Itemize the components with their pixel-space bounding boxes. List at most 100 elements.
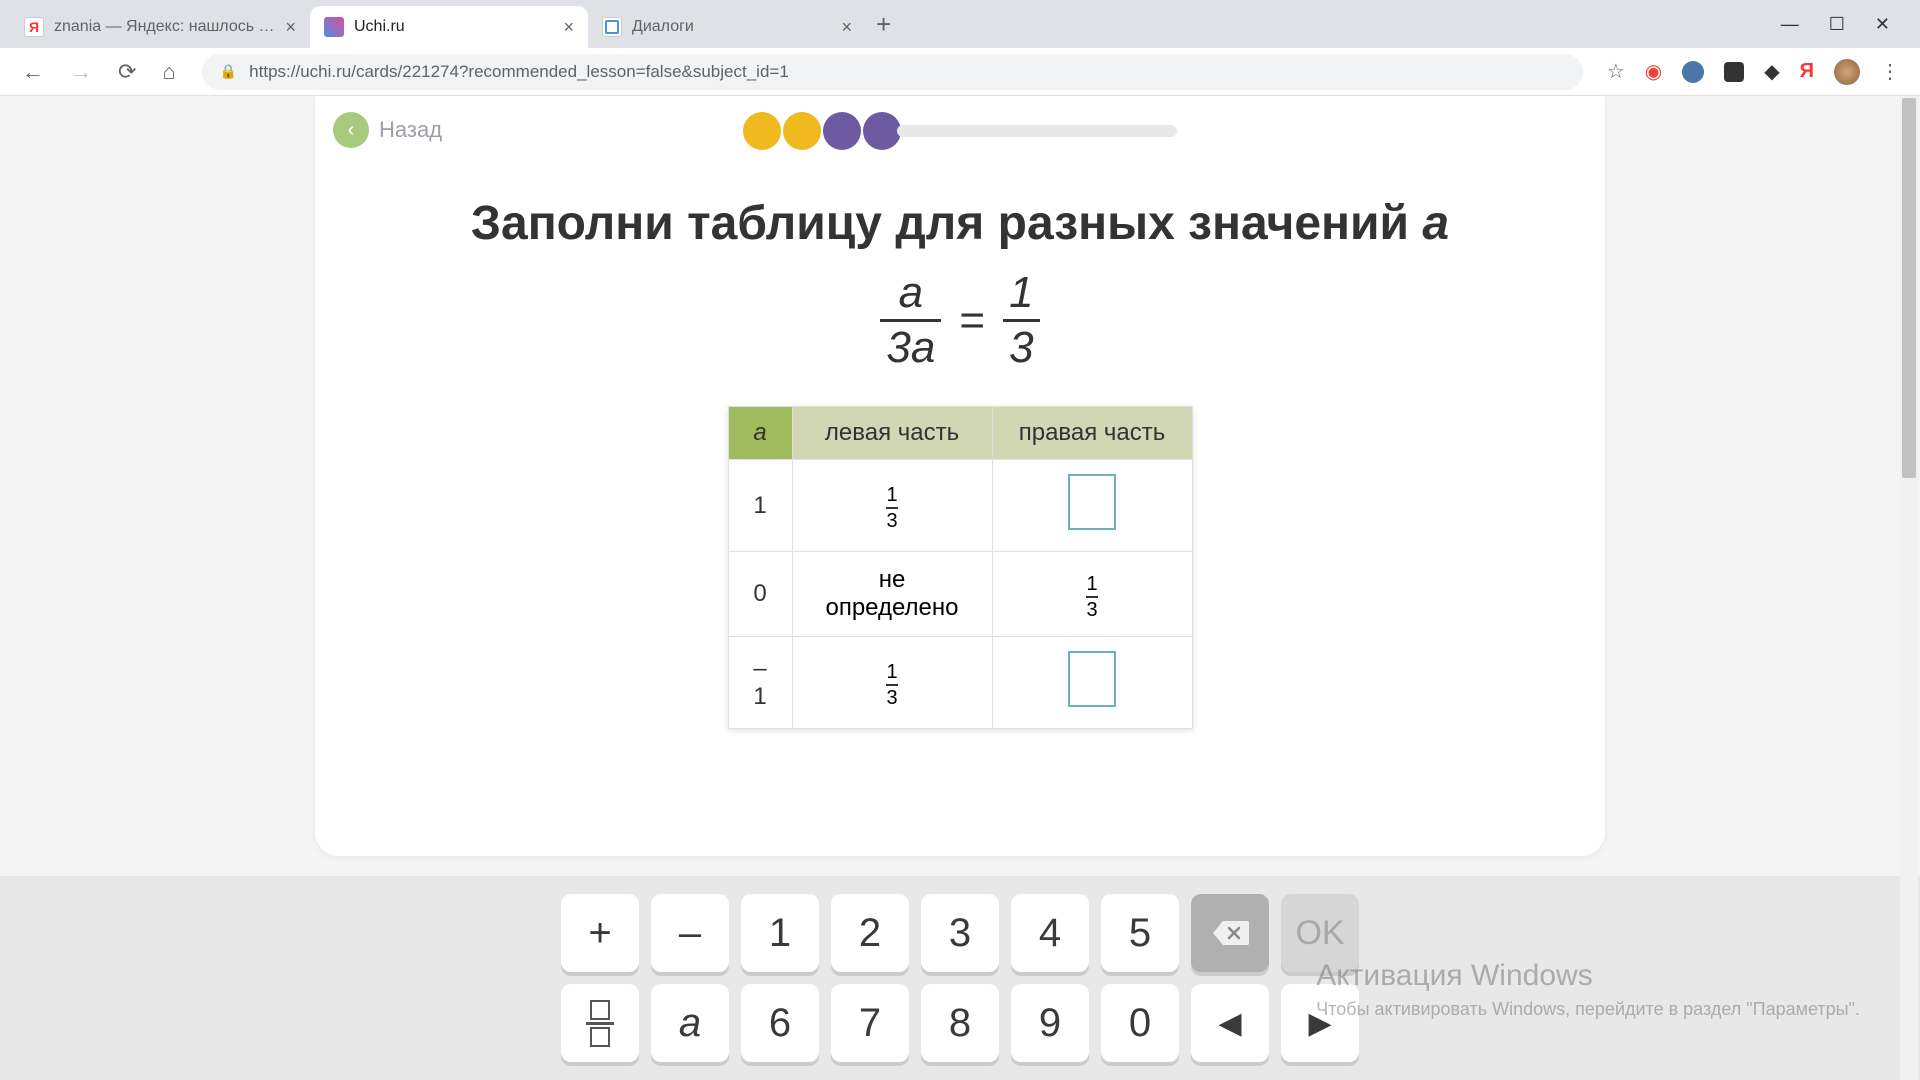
back-label: Назад [379,117,442,143]
tab-bar: Я znania — Яндекс: нашлось 954 × Uchi.ru… [0,0,1920,48]
fraction-key-icon [586,1000,614,1047]
cell-left: не определено [792,552,992,637]
key-minus[interactable]: – [651,894,729,972]
fraction-denominator: 3a [880,319,941,370]
question-title: Заполни таблицу для разных значений a [315,196,1605,251]
url-text: https://uchi.ru/cards/221274?recommended… [249,62,789,82]
drop-icon[interactable]: ◆ [1764,59,1779,84]
cell-a: 1 [728,460,792,552]
table-row: –1 1 3 [728,637,1192,729]
key-plus[interactable]: + [561,894,639,972]
key-a[interactable]: a [651,984,729,1062]
star-icon[interactable]: ☆ [1607,59,1625,84]
fraction-denominator: 3 [1003,319,1039,370]
progress-dot-icon [823,112,861,150]
back-icon[interactable]: ← [22,59,44,85]
page-inner: ‹ Назад Заполни таблицу для разных значе… [0,96,1920,1080]
dialogs-favicon-icon [602,17,622,37]
tab-title: Диалоги [632,18,831,36]
fraction-right: 1 3 [1003,271,1039,370]
key-fraction[interactable] [561,984,639,1062]
chevron-left-icon: ‹ [333,112,369,148]
values-table: a левая часть правая часть 1 1 3 0 [728,406,1193,729]
grid-icon[interactable] [1724,62,1744,82]
close-icon[interactable]: × [841,17,852,38]
address-bar: ← → ⟳ ⌂ 🔒 https://uchi.ru/cards/221274?r… [0,48,1920,96]
progress-dot-icon [863,112,901,150]
cell-right-input[interactable] [992,637,1192,729]
cell-left: 1 3 [792,637,992,729]
backspace-icon [1211,919,1249,947]
home-icon[interactable]: ⌂ [162,59,175,85]
close-icon[interactable]: × [563,17,574,38]
progress-track [897,125,1177,137]
uchi-favicon-icon [324,17,344,37]
watermark-subtitle: Чтобы активировать Windows, перейдите в … [1316,999,1860,1020]
windows-activation-watermark: Активация Windows Чтобы активировать Win… [1316,959,1860,1020]
equals-sign: = [959,296,985,346]
key-5[interactable]: 5 [1101,894,1179,972]
key-2[interactable]: 2 [831,894,909,972]
key-1[interactable]: 1 [741,894,819,972]
key-0[interactable]: 0 [1101,984,1179,1062]
answer-input[interactable] [1068,474,1116,530]
reload-icon[interactable]: ⟳ [118,59,136,85]
avatar-icon[interactable] [1834,59,1860,85]
key-left[interactable]: ◀ [1191,984,1269,1062]
tab-title: znania — Яндекс: нашлось 954 [54,18,275,36]
forward-icon[interactable]: → [70,59,92,85]
key-7[interactable]: 7 [831,984,909,1062]
equation: a 3a = 1 3 [315,271,1605,370]
window-controls: — ☐ ✕ [1781,14,1910,35]
maximize-icon[interactable]: ☐ [1829,14,1845,35]
table-header-right: правая часть [992,407,1192,460]
exercise-card: ‹ Назад Заполни таблицу для разных значе… [315,96,1605,856]
cell-right-input[interactable] [992,460,1192,552]
extension-icons: ☆ ◉ ◆ Я ⋮ [1597,59,1910,85]
scrollbar-thumb[interactable] [1902,98,1916,478]
back-button[interactable]: ‹ Назад [333,112,442,148]
key-3[interactable]: 3 [921,894,999,972]
tab-yandex[interactable]: Я znania — Яндекс: нашлось 954 × [10,6,310,48]
fraction-icon: 1 3 [886,662,897,708]
table-row: 0 не определено 1 3 [728,552,1192,637]
cell-a: 0 [728,552,792,637]
key-6[interactable]: 6 [741,984,819,1062]
progress-dots [743,112,901,150]
table-header-row: a левая часть правая часть [728,407,1192,460]
answer-input[interactable] [1068,651,1116,707]
yandex-icon[interactable]: Я [1800,60,1814,83]
progress-dot-icon [743,112,781,150]
fraction-left: a 3a [880,271,941,370]
nav-icons: ← → ⟳ ⌂ [10,59,188,85]
tab-title: Uchi.ru [354,18,553,36]
new-tab-button[interactable]: + [876,9,891,40]
progress-dot-icon [783,112,821,150]
close-window-icon[interactable]: ✕ [1875,14,1890,35]
question-title-var: a [1422,197,1449,250]
page-area: ‹ Назад Заполни таблицу для разных значе… [0,96,1920,1080]
vk-icon[interactable] [1682,61,1704,83]
yandex-favicon-icon: Я [24,17,44,37]
minimize-icon[interactable]: — [1781,14,1799,35]
keypad: + – 1 2 3 4 5 OK [561,894,1359,1062]
key-9[interactable]: 9 [1011,984,1089,1062]
url-field[interactable]: 🔒 https://uchi.ru/cards/221274?recommend… [202,54,1583,90]
menu-icon[interactable]: ⋮ [1880,59,1900,84]
close-icon[interactable]: × [285,17,296,38]
fraction-numerator: 1 [1003,271,1039,319]
target-icon[interactable]: ◉ [1645,59,1662,84]
watermark-title: Активация Windows [1316,959,1860,993]
cell-a: –1 [728,637,792,729]
scrollbar[interactable] [1900,96,1918,1080]
browser-chrome: Я znania — Яндекс: нашлось 954 × Uchi.ru… [0,0,1920,96]
tab-dialogs[interactable]: Диалоги × [588,6,866,48]
key-8[interactable]: 8 [921,984,999,1062]
cell-right: 1 3 [992,552,1192,637]
key-4[interactable]: 4 [1011,894,1089,972]
question-title-text: Заполни таблицу для разных значений [471,197,1422,250]
key-backspace[interactable] [1191,894,1269,972]
tab-uchi[interactable]: Uchi.ru × [310,6,588,48]
progress-indicator [743,112,1177,150]
lock-icon: 🔒 [220,63,237,80]
